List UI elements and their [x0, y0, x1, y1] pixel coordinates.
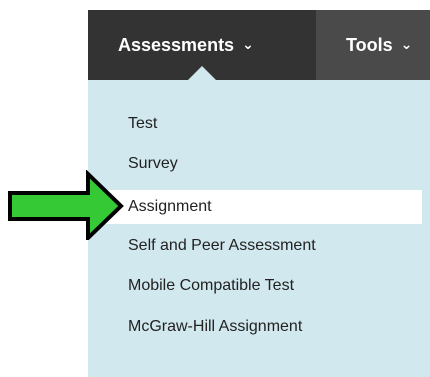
menu-item-mobile-compatible-test[interactable]: Mobile Compatible Test	[88, 269, 430, 303]
tab-tools-label: Tools	[346, 34, 393, 55]
assessments-dropdown-menu: Test Survey Assignment Self and Peer Ass…	[88, 80, 430, 377]
chevron-down-icon: ⌄	[242, 35, 254, 52]
menu-item-test[interactable]: Test	[88, 107, 430, 141]
menu-item-label: Test	[128, 115, 158, 132]
menu-item-mcgraw-hill-assignment[interactable]: McGraw-Hill Assignment	[88, 310, 430, 344]
menu-item-survey[interactable]: Survey	[88, 147, 430, 181]
menu-item-assignment[interactable]: Assignment	[88, 190, 422, 224]
menu-item-label: Self and Peer Assessment	[128, 237, 316, 254]
menu-item-label: Survey	[128, 155, 178, 172]
menu-item-label: Assignment	[128, 198, 212, 215]
course-toolbar: Assessments ⌄ Tools ⌄	[88, 10, 430, 80]
tab-assessments-label: Assessments	[118, 34, 235, 55]
chevron-down-icon: ⌄	[400, 35, 413, 52]
dropdown-pointer	[188, 66, 216, 80]
menu-item-label: Mobile Compatible Test	[128, 277, 295, 294]
arrow-right-icon	[8, 170, 124, 240]
menu-item-self-and-peer-assessment[interactable]: Self and Peer Assessment	[88, 229, 430, 263]
tab-tools[interactable]: Tools ⌄	[316, 10, 430, 80]
menu-item-label: McGraw-Hill Assignment	[128, 318, 303, 335]
